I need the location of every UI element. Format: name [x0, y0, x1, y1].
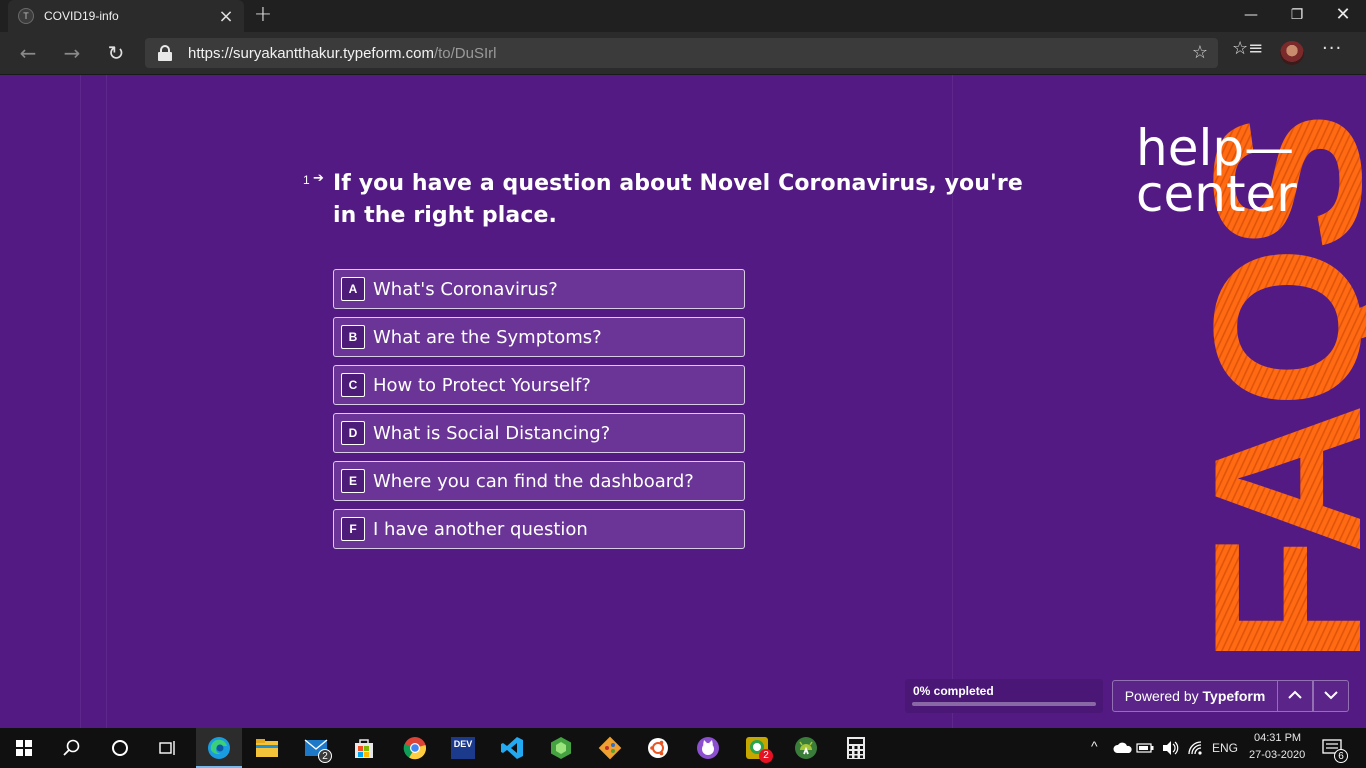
store-icon[interactable]: [344, 732, 384, 764]
refresh-button[interactable]: ↻: [100, 38, 132, 68]
powered-by-typeform-link[interactable]: Powered by Typeform: [1112, 680, 1278, 712]
url-input[interactable]: https://suryakantthakur.typeform.com/to/…: [145, 38, 1218, 68]
forward-button[interactable]: →: [56, 38, 88, 68]
ubuntu-icon[interactable]: [638, 732, 678, 764]
task-view-icon[interactable]: [148, 732, 188, 764]
next-question-button[interactable]: [1313, 680, 1349, 712]
more-options-icon[interactable]: ···: [1322, 38, 1342, 59]
minimize-button[interactable]: —: [1228, 0, 1274, 30]
favorite-star-icon[interactable]: ☆: [1192, 42, 1208, 63]
question-number: 1: [303, 173, 310, 187]
choice-key: F: [341, 517, 365, 541]
choice-key: D: [341, 421, 365, 445]
choice-label: How to Protect Yourself?: [373, 374, 591, 396]
clock-time[interactable]: 04:31 PM: [1254, 732, 1301, 744]
whatsapp-icon[interactable]: 2: [737, 732, 777, 764]
choice-option[interactable]: E Where you can find the dashboard?: [333, 461, 745, 501]
back-button[interactable]: ←: [12, 38, 44, 68]
choice-label: What is Social Distancing?: [373, 422, 611, 444]
mail-icon[interactable]: 2: [296, 732, 336, 764]
windows-taskbar: 2 DEV 2 ^ ENG 04:31 PM 27-03-2020 6: [0, 728, 1366, 768]
progress-track: [912, 702, 1096, 706]
volume-icon[interactable]: [1156, 732, 1184, 764]
progress-label: 0% completed: [913, 684, 994, 698]
clock-date[interactable]: 27-03-2020: [1249, 749, 1305, 761]
url-text: https://suryakantthakur.typeform.com/to/…: [188, 44, 497, 62]
choice-option[interactable]: F I have another question: [333, 509, 745, 549]
windows-start-icon[interactable]: [4, 732, 44, 764]
dev-to-label: DEV: [451, 737, 475, 759]
tab-title: COVID19-info: [44, 9, 119, 23]
browser-tab-bar: T COVID19-info × + — ❐ ✕: [0, 0, 1366, 32]
choice-option[interactable]: D What is Social Distancing?: [333, 413, 745, 453]
chevron-down-icon: [1324, 691, 1338, 700]
lock-icon: [158, 45, 172, 61]
search-icon[interactable]: [52, 732, 92, 764]
background-stripe: [106, 75, 107, 728]
close-tab-icon[interactable]: ×: [214, 6, 238, 27]
arrow-right-icon: ➔: [313, 171, 324, 186]
favorites-list-icon[interactable]: ☆≡: [1232, 38, 1263, 59]
chrome-icon[interactable]: [395, 732, 435, 764]
choice-option[interactable]: C How to Protect Yourself?: [333, 365, 745, 405]
close-window-button[interactable]: ✕: [1320, 0, 1366, 30]
choice-key: E: [341, 469, 365, 493]
nodejs-icon[interactable]: [541, 732, 581, 764]
vscode-icon[interactable]: [492, 732, 532, 764]
android-studio-icon[interactable]: [786, 732, 826, 764]
profile-avatar[interactable]: [1280, 41, 1304, 65]
file-explorer-icon[interactable]: [247, 732, 287, 764]
edge-browser-icon[interactable]: [199, 732, 239, 764]
calculator-icon[interactable]: [836, 732, 876, 764]
restore-button[interactable]: ❐: [1274, 0, 1320, 30]
typeform-page: 1 ➔ If you have a question about Novel C…: [0, 75, 1366, 728]
address-bar: ← → ↻ https://suryakantthakur.typeform.c…: [0, 32, 1366, 75]
battery-icon[interactable]: [1131, 732, 1159, 764]
progress-indicator: 0% completed: [905, 679, 1103, 713]
whatsapp-badge: 2: [759, 749, 773, 763]
notification-badge: 6: [1334, 749, 1348, 763]
choice-label: What's Coronavirus?: [373, 278, 558, 300]
choice-key: B: [341, 325, 365, 349]
chevron-up-icon: [1288, 690, 1302, 699]
wifi-icon[interactable]: [1182, 732, 1210, 764]
new-tab-button[interactable]: +: [250, 2, 276, 28]
powered-by-label: Powered by: [1124, 688, 1199, 704]
language-indicator[interactable]: ENG: [1212, 741, 1238, 755]
choice-list: A What's Coronavirus? B What are the Sympto…: [333, 269, 745, 557]
help-center-faqs-artwork: FAQS help— center: [1120, 75, 1366, 728]
choice-option[interactable]: A What's Coronavirus?: [333, 269, 745, 309]
faqs-artwork-svg: FAQS help— center: [1136, 117, 1366, 665]
mail-badge: 2: [318, 749, 332, 763]
cortana-icon[interactable]: [100, 732, 140, 764]
github-desktop-icon[interactable]: [688, 732, 728, 764]
choice-label: What are the Symptoms?: [373, 326, 602, 348]
background-stripe: [80, 75, 81, 728]
git-icon[interactable]: [590, 732, 630, 764]
show-hidden-icons-chevron-icon[interactable]: ^: [1091, 738, 1098, 754]
choice-option[interactable]: B What are the Symptoms?: [333, 317, 745, 357]
center-text: center: [1136, 165, 1297, 223]
choice-key: C: [341, 373, 365, 397]
dev-to-icon[interactable]: DEV: [443, 732, 483, 764]
typeform-brand-label: Typeform: [1202, 688, 1266, 704]
previous-question-button[interactable]: [1277, 680, 1313, 712]
notification-center-icon[interactable]: 6: [1314, 732, 1350, 764]
browser-tab[interactable]: T COVID19-info ×: [8, 0, 244, 32]
choice-label: Where you can find the dashboard?: [373, 470, 694, 492]
choice-key: A: [341, 277, 365, 301]
question-text: If you have a question about Novel Coron…: [333, 171, 1023, 228]
choice-label: I have another question: [373, 518, 588, 540]
typeform-favicon-icon: T: [18, 8, 34, 24]
